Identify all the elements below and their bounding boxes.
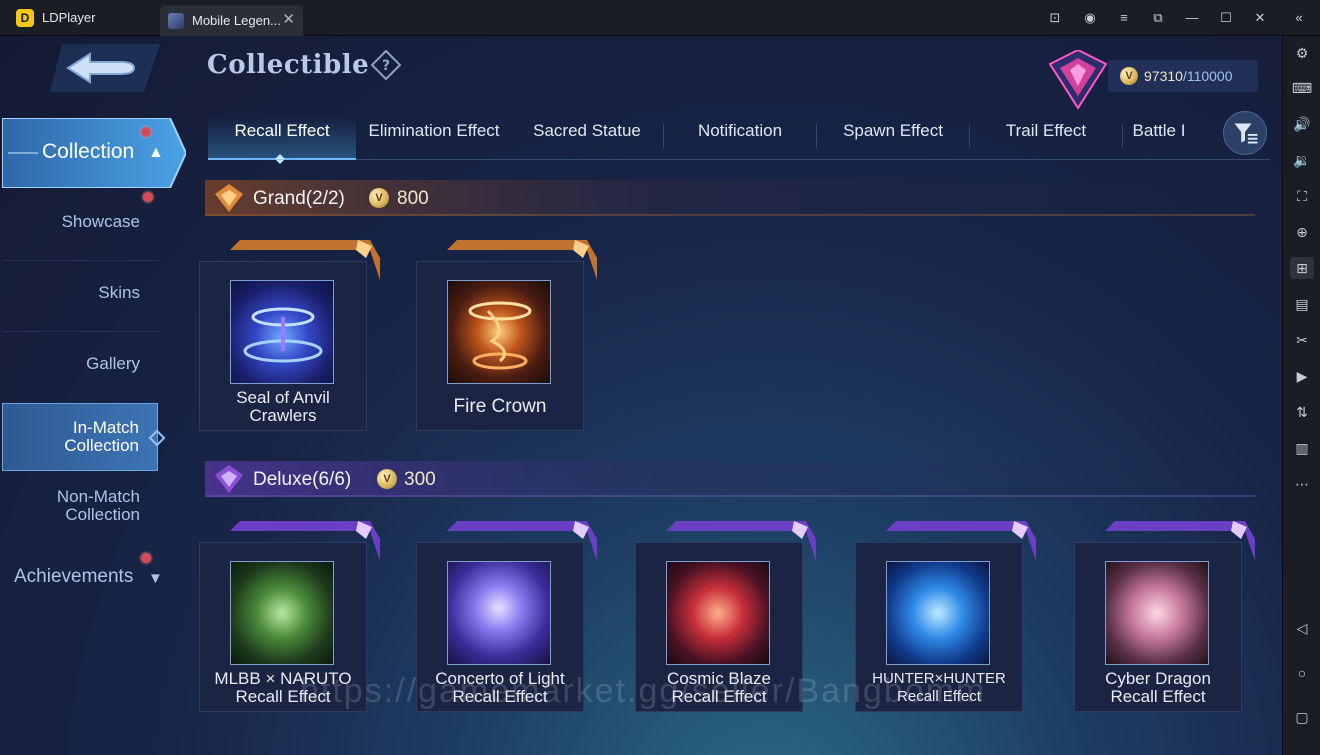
browser-tab-mobile-legends[interactable]: Mobile Legen... ✕ <box>160 5 303 36</box>
tab-divider <box>663 124 664 148</box>
collectible-card[interactable]: Cyber Dragon Recall Effect <box>1074 521 1255 712</box>
collectible-card[interactable]: Fire Crown <box>416 240 597 431</box>
deluxe-ribbon <box>447 521 597 561</box>
points-max: /110000 <box>1182 68 1233 84</box>
diamond-coin-icon: V <box>369 188 389 208</box>
deluxe-ribbon <box>1105 521 1255 561</box>
filter-icon[interactable] <box>1223 111 1267 155</box>
grand-ribbon <box>447 240 597 280</box>
section-band <box>205 180 1255 216</box>
section-grand-label: Grand(2/2) <box>253 188 345 209</box>
tab-trail-effect[interactable]: Trail Effect <box>972 116 1120 160</box>
tab-title: Mobile Legen... <box>192 13 281 28</box>
watermark-text: https://gamemarket.gg/seller/Bangbomm <box>300 672 987 710</box>
settings-gear-icon[interactable]: ⚙ <box>1290 42 1314 64</box>
tabs-underline <box>208 159 1270 160</box>
fullscreen-icon[interactable]: ⛶ <box>1290 185 1314 207</box>
tab-notification[interactable]: Notification <box>666 116 814 160</box>
app-name: LDPlayer <box>42 10 96 25</box>
record-video-icon[interactable]: ▶ <box>1290 365 1314 387</box>
apk-install-icon[interactable]: ▤ <box>1290 293 1314 315</box>
collapse-sidebar-icon[interactable]: « <box>1289 8 1309 28</box>
notification-dot <box>141 553 151 563</box>
android-recents-icon[interactable]: ▢ <box>1290 706 1314 728</box>
card-name: Fire Crown <box>453 396 547 417</box>
nav-skins[interactable]: Skins <box>2 259 158 327</box>
rank-emblem-icon <box>1048 50 1108 110</box>
svg-text:?: ? <box>382 58 390 74</box>
deluxe-ribbon <box>230 521 380 561</box>
cyber-dragon-thumbnail <box>1105 561 1209 665</box>
menu-icon[interactable]: ≡ <box>1114 8 1134 28</box>
deluxe-ribbon <box>886 521 1036 561</box>
android-back-icon[interactable]: ◁ <box>1290 617 1314 639</box>
game-tab-icon <box>168 13 184 29</box>
account-icon[interactable]: ◉ <box>1080 8 1100 28</box>
card-name: Seal of Anvil Crawlers <box>236 388 330 425</box>
emulator-toolbar: ⚙ ⌨ 🔊 🔉 ⛶ ⊕ ⊞ ▤ ✂ ▶ ⇅ ▥ ⋯ ◁ ○ ▢ <box>1282 36 1320 755</box>
tab-elimination-effect[interactable]: Elimination Effect <box>360 116 508 160</box>
deluxe-ribbon <box>666 521 816 561</box>
tab-spawn-effect[interactable]: Spawn Effect <box>819 116 967 160</box>
section-deluxe-header: Deluxe(6/6) V 300 <box>205 461 1255 497</box>
section-band <box>205 461 1255 497</box>
diamond-coin-icon: V <box>377 469 397 489</box>
nav-achievements[interactable]: Achievements <box>14 566 133 588</box>
chevron-down-icon: ▼ <box>148 570 163 587</box>
page-title: Collectible <box>207 50 370 80</box>
diamond-coin-icon: V <box>1120 67 1138 85</box>
hunter-x-hunter-thumbnail <box>886 561 990 665</box>
grand-rank-icon <box>215 184 243 212</box>
grand-ribbon <box>230 240 380 280</box>
tab-sacred-statue[interactable]: Sacred Statue <box>513 116 661 160</box>
points-current: 97310 <box>1144 68 1183 84</box>
cosmic-blaze-thumbnail <box>666 561 770 665</box>
gift-icon[interactable]: ⊡ <box>1045 8 1065 28</box>
section-grand-header: Grand(2/2) V 800 <box>205 180 1255 216</box>
emulator-titlebar: D LDPlayer Mobile Legen... ✕ ⊡ ◉ ≡ ⧉ — ☐… <box>0 0 1320 36</box>
tab-close-icon[interactable]: ✕ <box>282 10 295 28</box>
section-grand-price: 800 <box>397 188 429 209</box>
question-diamond-icon[interactable]: ? <box>371 50 401 80</box>
android-home-icon[interactable]: ○ <box>1290 662 1314 684</box>
collection-points: V 97310/110000 <box>1108 60 1258 92</box>
nav-non-match-collection[interactable]: Non-Match Collection <box>2 472 158 540</box>
notification-dot <box>141 127 151 137</box>
back-arrow-icon[interactable] <box>50 44 160 92</box>
scissors-icon[interactable]: ✂ <box>1290 329 1314 351</box>
game-screen: Collectible ? V 97310/110000 Collection … <box>0 36 1282 755</box>
fire-crown-thumbnail <box>447 280 551 384</box>
section-deluxe-price: 300 <box>404 469 436 490</box>
chevron-up-icon: ▲ <box>148 144 164 161</box>
multi-instance-icon[interactable]: ▥ <box>1290 437 1314 459</box>
maximize-icon[interactable]: ☐ <box>1216 8 1236 28</box>
nav-collection-label: Collection <box>42 140 135 163</box>
nav-gallery[interactable]: Gallery <box>2 330 158 398</box>
deluxe-rank-icon <box>215 465 243 493</box>
tab-divider <box>969 124 970 148</box>
more-icon[interactable]: ⋯ <box>1290 473 1314 495</box>
ldplayer-logo-icon: D <box>16 9 34 27</box>
mlbb-naruto-thumbnail <box>230 561 334 665</box>
seal-of-anvil-crawlers-thumbnail <box>230 280 334 384</box>
lock-cursor-icon[interactable]: ⊕ <box>1290 221 1314 243</box>
section-deluxe-label: Deluxe(6/6) <box>253 469 352 490</box>
add-apk-icon[interactable]: ⊞ <box>1290 257 1314 279</box>
nav-in-match-collection[interactable]: In-Match Collection <box>2 403 158 471</box>
sync-icon[interactable]: ⇅ <box>1290 401 1314 423</box>
volume-down-icon[interactable]: 🔉 <box>1290 149 1314 171</box>
tab-battle[interactable]: Battle I <box>1120 116 1198 160</box>
nav-showcase[interactable]: Showcase <box>2 188 158 256</box>
card-name: Cyber Dragon Recall Effect <box>1105 669 1211 706</box>
collectible-card[interactable]: Seal of Anvil Crawlers <box>199 240 380 431</box>
keyboard-icon[interactable]: ⌨ <box>1290 77 1314 99</box>
close-window-icon[interactable]: ✕ <box>1250 8 1270 28</box>
tab-divider <box>816 124 817 148</box>
volume-up-icon[interactable]: 🔊 <box>1290 113 1314 135</box>
category-tabs: Recall Effect Elimination Effect Sacred … <box>208 116 1270 160</box>
concerto-of-light-thumbnail <box>447 561 551 665</box>
minimize-icon[interactable]: — <box>1182 8 1202 28</box>
popout-icon[interactable]: ⧉ <box>1148 8 1168 28</box>
